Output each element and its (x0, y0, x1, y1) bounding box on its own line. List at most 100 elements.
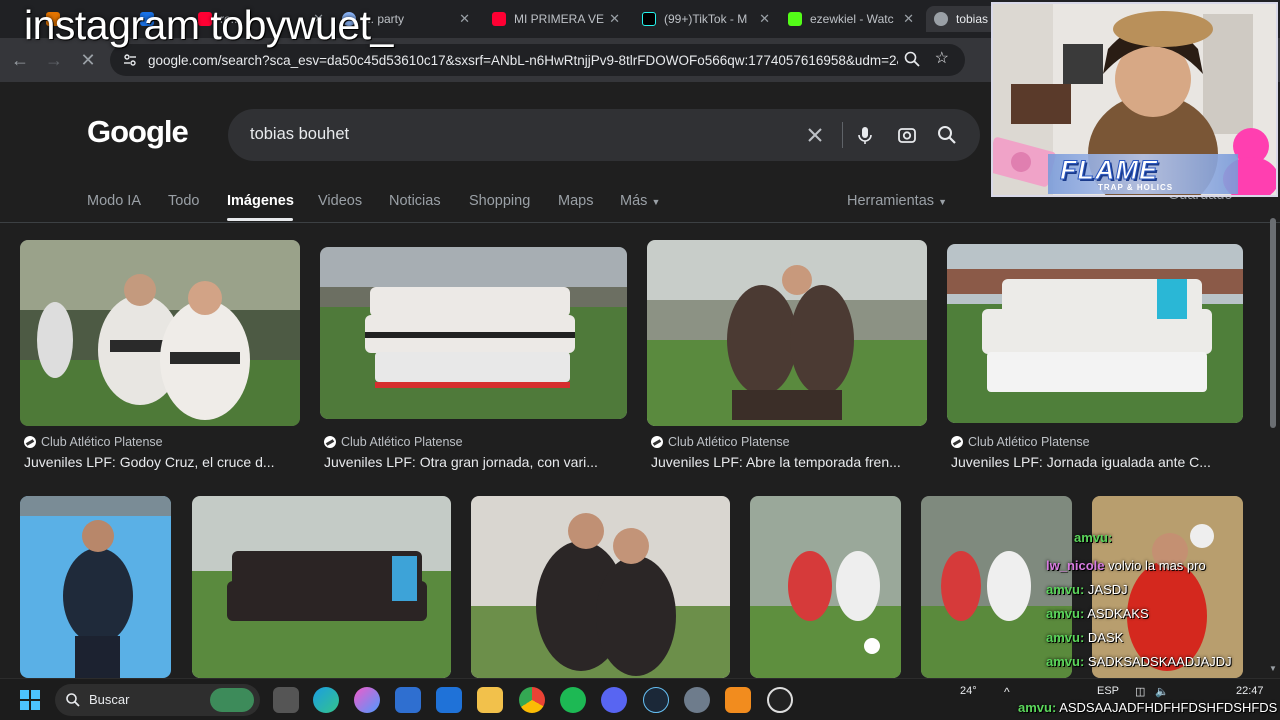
copilot-icon[interactable] (354, 687, 380, 713)
chat-username: amvu: (1018, 700, 1057, 715)
flame-logo: FLAME (1060, 155, 1158, 186)
tray-chevron-icon[interactable]: ^ (1004, 685, 1010, 699)
volume-icon[interactable]: 🔈 (1155, 685, 1169, 698)
result-image[interactable] (750, 496, 901, 678)
result-source[interactable]: Club Atlético Platense (324, 435, 463, 449)
result-source[interactable]: Club Atlético Platense (951, 435, 1090, 449)
tab-4[interactable]: MI PRIMERA VE ✕ (484, 6, 626, 32)
result-image[interactable] (471, 496, 730, 678)
result-image[interactable] (192, 496, 451, 678)
search-icon (66, 693, 80, 707)
forward-icon[interactable]: → (42, 48, 66, 72)
tab-imagenes[interactable]: Imágenes (227, 193, 294, 209)
taskbar-search-label: Buscar (89, 692, 130, 707)
microphone-icon[interactable] (854, 124, 876, 146)
tab-todo[interactable]: Todo (168, 193, 199, 209)
input-language[interactable]: ESP (1097, 685, 1119, 697)
file-explorer-icon[interactable] (477, 687, 503, 713)
chat-line: amvu: JASDJ (1046, 582, 1128, 597)
weather-temp[interactable]: 24° (960, 685, 977, 697)
result-image[interactable] (947, 244, 1243, 423)
close-icon[interactable]: ✕ (903, 11, 914, 27)
search-query[interactable]: tobias bouhet (250, 125, 349, 144)
result-image[interactable] (20, 240, 300, 426)
lens-camera-icon[interactable] (896, 124, 918, 146)
tab-maps[interactable]: Maps (558, 193, 593, 209)
tab-modo-ia[interactable]: Modo IA (87, 193, 141, 209)
fl-studio-icon[interactable] (725, 687, 751, 713)
result-photo (20, 496, 171, 678)
result-photo (471, 496, 730, 678)
store-icon[interactable] (395, 687, 421, 713)
task-view-icon[interactable] (273, 687, 299, 713)
tools-button[interactable]: Herramientas ▼ (847, 193, 947, 209)
tab-label: tobias (956, 12, 989, 26)
platense-icon (24, 436, 36, 448)
result-photo (20, 240, 300, 426)
result-image[interactable] (20, 496, 171, 678)
result-source[interactable]: Club Atlético Platense (24, 435, 163, 449)
chat-username: amvu: (1046, 606, 1085, 621)
chrome-icon[interactable] (519, 687, 545, 713)
steam-icon[interactable] (643, 687, 669, 713)
chat-username: lw_nicole (1046, 558, 1105, 573)
result-source[interactable]: Club Atlético Platense (651, 435, 790, 449)
obs-icon[interactable] (767, 687, 793, 713)
search-icon[interactable] (936, 124, 958, 146)
chat-line: amvu: SADKSADSKAADJAJDJ (1046, 654, 1232, 669)
result-title[interactable]: Juveniles LPF: Abre la temporada fren... (651, 454, 927, 470)
search-input[interactable]: tobias bouhet (228, 109, 980, 161)
close-icon[interactable]: ✕ (759, 11, 770, 27)
tab-5[interactable]: (99+)TikTok - M ✕ (634, 6, 776, 32)
google-logo[interactable]: Google (87, 114, 189, 150)
scrollbar-thumb[interactable] (1270, 218, 1276, 428)
tab-videos[interactable]: Videos (318, 193, 362, 209)
result-image[interactable] (320, 247, 627, 419)
chat-message: volvio la mas pro (1108, 558, 1206, 573)
discord-icon[interactable] (601, 687, 627, 713)
scroll-down-icon[interactable]: ▼ (1269, 664, 1277, 673)
zoom-icon[interactable] (903, 50, 921, 68)
back-icon[interactable]: ← (8, 48, 32, 72)
chat-line: amvu: DASK (1046, 630, 1123, 645)
tab-shopping[interactable]: Shopping (469, 193, 530, 209)
stop-icon[interactable]: ✕ (76, 48, 100, 72)
result-title[interactable]: Juveniles LPF: Jornada igualada ante C..… (951, 454, 1236, 470)
close-icon[interactable]: ✕ (609, 11, 620, 27)
chat-line: amvu: ASDSAAJADFHDFHFDSHFDSHFDS (1018, 700, 1277, 715)
clear-icon[interactable] (804, 124, 826, 146)
settings-gear-icon[interactable] (684, 687, 710, 713)
platense-icon (324, 436, 336, 448)
edge-icon[interactable] (313, 687, 339, 713)
tab-noticias[interactable]: Noticias (389, 193, 441, 209)
site-info-icon[interactable] (122, 52, 138, 68)
search-divider (842, 122, 843, 148)
result-source-label: Club Atlético Platense (668, 435, 790, 449)
result-photo (320, 247, 627, 419)
result-photo (192, 496, 451, 678)
close-icon[interactable]: ✕ (459, 11, 470, 27)
result-title[interactable]: Juveniles LPF: Godoy Cruz, el cruce d... (24, 454, 300, 470)
tab-mas[interactable]: Más ▼ (620, 193, 660, 209)
chat-message: JASDJ (1087, 582, 1128, 597)
windows-start-icon[interactable] (19, 689, 41, 711)
result-title[interactable]: Juveniles LPF: Otra gran jornada, con va… (324, 454, 624, 470)
result-image[interactable] (647, 240, 927, 426)
caret-down-icon: ▼ (938, 197, 947, 207)
result-photo (647, 240, 927, 426)
taskbar-search[interactable]: Buscar (55, 684, 260, 716)
chat-line: amvu: ASDKAKS (1046, 606, 1149, 621)
chat-message: amvu: (1074, 530, 1113, 545)
tabs-divider (0, 222, 1280, 223)
wifi-icon[interactable]: ◫ (1135, 685, 1145, 698)
clock-time[interactable]: 22:47 (1236, 685, 1264, 697)
outlook-icon[interactable] (436, 687, 462, 713)
loading-icon (934, 12, 948, 26)
spotify-icon[interactable] (560, 687, 586, 713)
chat-message: ASDSAAJADFHDFHFDSHFDSHFDS (1059, 700, 1278, 715)
url-text: google.com/search?sca_esv=da50c45d53610c… (148, 52, 898, 68)
tiktok-icon (642, 12, 656, 26)
bookmark-star-icon[interactable]: ☆ (935, 48, 949, 68)
instagram-handle-overlay: instagram tobywuet_ (24, 2, 393, 48)
tab-6[interactable]: ezewkiel - Watc ✕ (780, 6, 920, 32)
